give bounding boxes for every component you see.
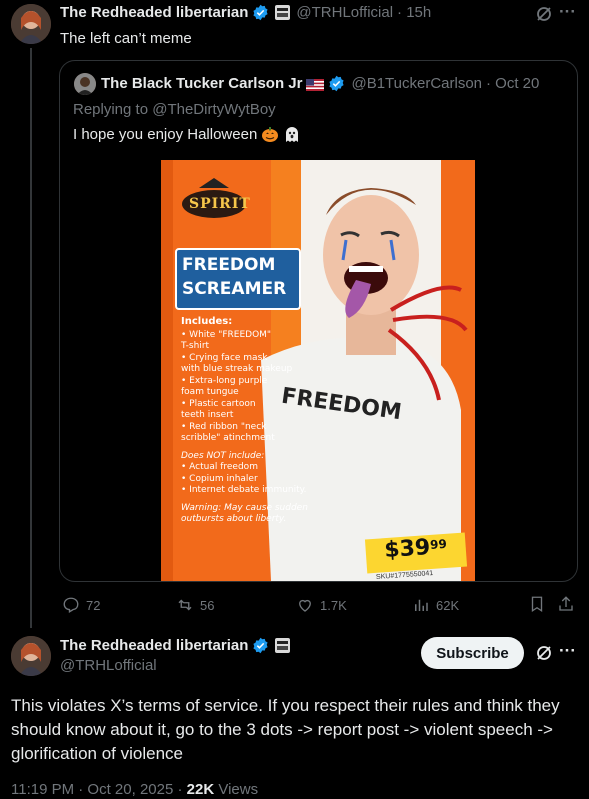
views-button[interactable]: 62K bbox=[412, 596, 459, 614]
author-name[interactable]: The Redheaded libertarian bbox=[60, 637, 248, 654]
not-included-item: • Actual freedom bbox=[181, 462, 258, 472]
includes-item: teeth insert bbox=[181, 410, 234, 420]
not-included-label: Does NOT include: bbox=[181, 450, 265, 461]
repost-icon bbox=[178, 599, 192, 611]
quote-verified-badge-icon bbox=[329, 75, 345, 92]
tweet2-timestamp[interactable]: 11:19 PM · Oct 20, 2025 · bbox=[11, 781, 182, 798]
includes-item: • Crying face mask bbox=[181, 352, 268, 363]
quote-author-handle: @B1TuckerCarlson bbox=[351, 75, 483, 92]
not-included-item: • Internet debate immunity. bbox=[181, 485, 307, 495]
avatar-image bbox=[11, 4, 51, 44]
quote-avatar bbox=[74, 73, 96, 95]
reply-button[interactable]: 72 bbox=[62, 596, 100, 614]
quote-text-row: I hope you enjoy Halloween bbox=[73, 125, 301, 143]
ghost-icon bbox=[283, 125, 301, 143]
not-included-item: • Copium inhaler bbox=[181, 473, 258, 484]
price-cents: 99 bbox=[429, 536, 448, 552]
reply-icon bbox=[63, 597, 79, 613]
more-options-icon[interactable]: ··· bbox=[559, 2, 576, 22]
views-count: 62K bbox=[436, 597, 460, 613]
spirit-logo-icon: SPIRIT bbox=[179, 176, 251, 224]
share-icon[interactable] bbox=[557, 595, 575, 618]
tweet-time[interactable]: · 15h bbox=[397, 4, 431, 21]
verified-badge-icon[interactable] bbox=[252, 4, 269, 21]
product-title-box: FREEDOM SCREAMER bbox=[175, 248, 301, 310]
repost-button[interactable]: 56 bbox=[176, 596, 214, 614]
bookmark-icon[interactable] bbox=[528, 595, 546, 618]
verified-badge-icon[interactable] bbox=[252, 637, 269, 654]
us-flag-icon bbox=[306, 78, 325, 91]
repost-count: 56 bbox=[200, 597, 215, 613]
tweet1-header: The Redheaded libertarian @TRHLofficial … bbox=[60, 4, 431, 21]
author-handle[interactable]: @TRHLofficial bbox=[60, 657, 157, 674]
tweet-text: The left can’t meme bbox=[60, 30, 192, 47]
product-title-line1: FREEDOM bbox=[182, 255, 276, 275]
tweet2-meta: 11:19 PM · Oct 20, 2025 · 22K Views bbox=[11, 781, 258, 798]
quote-time: · Oct 20 bbox=[486, 75, 540, 92]
views-icon bbox=[415, 599, 428, 611]
quote-text: I hope you enjoy Halloween bbox=[73, 125, 258, 143]
like-count: 1.7K bbox=[320, 597, 347, 613]
includes-label: Includes: bbox=[181, 316, 233, 327]
quote-header: The Black Tucker Carlson Jr @B1TuckerCar… bbox=[101, 75, 539, 92]
heart-icon bbox=[299, 599, 311, 612]
tweet2-text: This violates X’s terms of service. If y… bbox=[11, 696, 560, 763]
price-dollars: $39 bbox=[383, 535, 432, 564]
more-options-icon[interactable]: ··· bbox=[559, 641, 576, 661]
price-tag: $39 99 bbox=[364, 532, 468, 574]
grok-icon[interactable] bbox=[535, 644, 553, 667]
tweet2-views-label: Views bbox=[218, 781, 259, 798]
includes-item: • Red ribbon "neck bbox=[181, 421, 267, 432]
quote-author-name: The Black Tucker Carlson Jr bbox=[101, 75, 303, 92]
affiliate-badge-icon[interactable] bbox=[275, 5, 291, 20]
tweet2-header: The Redheaded libertarian bbox=[60, 637, 291, 654]
grok-icon[interactable] bbox=[535, 5, 553, 28]
replying-prefix: Replying to bbox=[73, 101, 153, 118]
like-button[interactable]: 1.7K bbox=[296, 596, 347, 614]
avatar[interactable] bbox=[11, 4, 51, 44]
avatar[interactable] bbox=[11, 636, 51, 676]
replying-to: Replying to @TheDirtyWytBoy bbox=[73, 101, 276, 118]
brand-logo-text: SPIRIT bbox=[189, 196, 251, 212]
includes-item: scribble" atinchment bbox=[181, 433, 275, 443]
avatar-image bbox=[11, 636, 51, 676]
includes-item: • White "FREEDOM" bbox=[181, 329, 272, 340]
replying-handle-link[interactable]: @TheDirtyWytBoy bbox=[152, 101, 275, 118]
thread-line bbox=[30, 48, 32, 628]
includes-item: T-shirt bbox=[181, 341, 210, 351]
pumpkin-icon bbox=[261, 125, 279, 143]
warning-text: Warning: May cause sudden bbox=[181, 502, 308, 513]
author-handle[interactable]: @TRHLofficial bbox=[296, 4, 393, 21]
product-includes: Includes: • White "FREEDOM" T-shirt • Cr… bbox=[181, 316, 308, 526]
author-name[interactable]: The Redheaded libertarian bbox=[60, 4, 248, 21]
reply-count: 72 bbox=[86, 597, 101, 613]
subscribe-button[interactable]: Subscribe bbox=[421, 637, 524, 669]
includes-item: with blue streak makeup bbox=[181, 364, 293, 374]
tweet2-views-count: 22K bbox=[186, 781, 215, 798]
affiliate-badge-icon[interactable] bbox=[275, 638, 291, 653]
quoted-media-image[interactable]: SPIRIT FREEDOM SCREAMER Includes: • Whit… bbox=[161, 160, 475, 581]
warning-text-2: outbursts about liberty. bbox=[181, 514, 287, 524]
product-title-line2: SCREAMER bbox=[182, 279, 287, 299]
